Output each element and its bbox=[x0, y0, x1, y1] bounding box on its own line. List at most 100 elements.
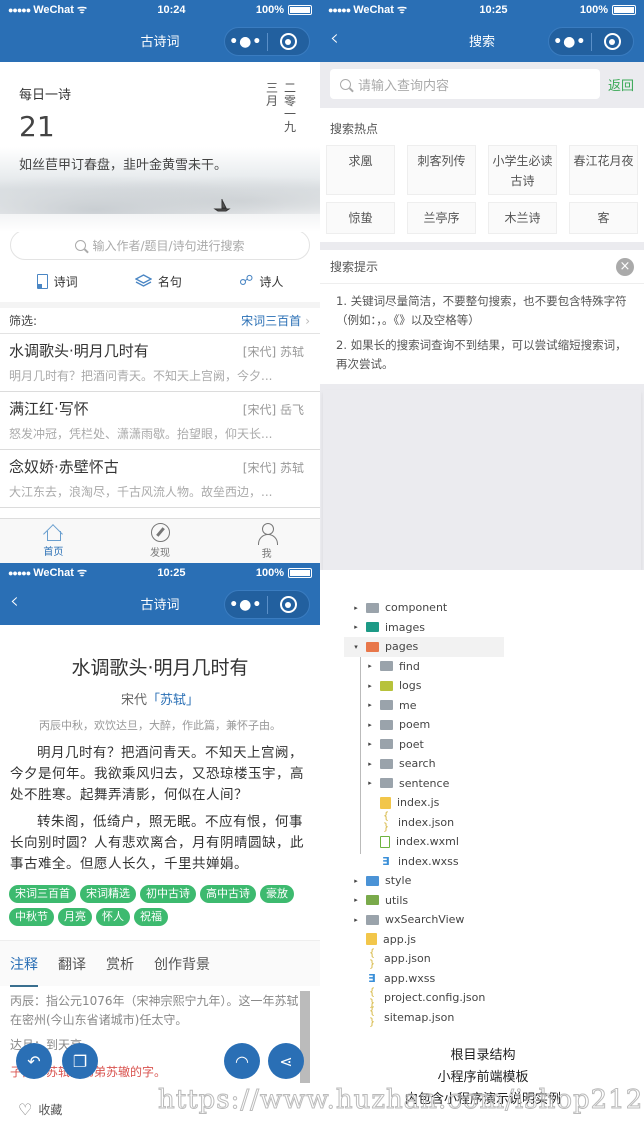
tag[interactable]: 宋词精选 bbox=[80, 885, 136, 903]
collect-button[interactable]: ♡ 收藏 bbox=[18, 1100, 62, 1119]
tab-notes[interactable]: 注释 bbox=[10, 954, 38, 987]
tab-poems[interactable]: 诗词 bbox=[36, 273, 78, 290]
folder-file-icon bbox=[380, 719, 393, 730]
tab-appreciation[interactable]: 赏析 bbox=[106, 954, 134, 974]
tabbar-discover[interactable]: 发现 bbox=[107, 519, 214, 563]
close-miniprogram-button[interactable] bbox=[268, 596, 310, 613]
tree-item-index-js[interactable]: index.js bbox=[352, 793, 504, 813]
hot-chip[interactable]: 求凰 bbox=[326, 145, 395, 195]
tab-poets[interactable]: ☍ 诗人 bbox=[239, 273, 283, 290]
tag[interactable]: 中秋节 bbox=[9, 908, 54, 926]
tabbar-home[interactable]: 首页 bbox=[0, 519, 107, 563]
tree-item-index-wxss[interactable]: ∃ index.wxss bbox=[352, 852, 504, 872]
status-bar: ●●●●● WeChat ᯤ 10:25 100% bbox=[0, 563, 320, 582]
empty-area bbox=[323, 390, 641, 570]
tree-item-pages[interactable]: ▾ pages bbox=[344, 637, 504, 657]
caret-right-icon[interactable]: ▸ bbox=[366, 682, 374, 690]
tag[interactable]: 豪放 bbox=[260, 885, 294, 903]
tag[interactable]: 怀人 bbox=[96, 908, 130, 926]
hot-chip[interactable]: 小学生必读古诗 bbox=[488, 145, 557, 195]
audio-button[interactable]: ◠ bbox=[224, 1043, 260, 1079]
share-button[interactable]: ⋖ bbox=[268, 1043, 304, 1079]
home-icon bbox=[43, 524, 63, 541]
hot-chip[interactable]: 春江花月夜 bbox=[569, 145, 638, 195]
tree-item-sentence[interactable]: ▸ sentence bbox=[352, 774, 504, 794]
more-icon[interactable]: •●• bbox=[549, 34, 591, 50]
caret-right-icon[interactable]: ▸ bbox=[366, 662, 374, 670]
caret-right-icon[interactable]: ▸ bbox=[366, 760, 374, 768]
tree-item-me[interactable]: ▸ me bbox=[352, 696, 504, 716]
tag[interactable]: 高中古诗 bbox=[200, 885, 256, 903]
tree-item-sitemap-json[interactable]: { } sitemap.json bbox=[352, 1006, 504, 1028]
close-miniprogram-button[interactable] bbox=[268, 33, 310, 50]
more-icon[interactable]: •●• bbox=[225, 34, 267, 50]
tab-quotes[interactable]: 名句 bbox=[134, 273, 182, 290]
tree-item-style[interactable]: ▸ style bbox=[352, 871, 504, 891]
hot-chip[interactable]: 兰亭序 bbox=[407, 202, 476, 234]
caret-right-icon[interactable]: ▸ bbox=[366, 701, 374, 709]
tab-translation[interactable]: 翻译 bbox=[58, 954, 86, 974]
copy-button[interactable]: ❐ bbox=[62, 1043, 98, 1079]
nav-title: 搜索 bbox=[468, 35, 495, 50]
caret-right-icon[interactable]: ▸ bbox=[366, 721, 374, 729]
caret-right-icon[interactable]: ▸ bbox=[366, 740, 374, 748]
tab-background[interactable]: 创作背景 bbox=[154, 954, 210, 974]
search-input[interactable]: 请输入查询内容 bbox=[330, 69, 600, 99]
tag[interactable]: 初中古诗 bbox=[140, 885, 196, 903]
tag[interactable]: 祝福 bbox=[134, 908, 168, 926]
tag[interactable]: 月亮 bbox=[58, 908, 92, 926]
share-back-button[interactable]: ↶ bbox=[16, 1043, 52, 1079]
hot-chip[interactable]: 木兰诗 bbox=[488, 202, 557, 234]
tree-item-utils[interactable]: ▸ utils bbox=[352, 891, 504, 911]
tree-item-label: poet bbox=[399, 737, 424, 751]
list-item[interactable]: 念奴娇·赤壁怀古 [宋代] 苏轼 大江东去，浪淘尽，千古风流人物。故垒西边，..… bbox=[0, 450, 320, 508]
hot-chip[interactable]: 惊蛰 bbox=[326, 202, 395, 234]
tag[interactable]: 宋词三百首 bbox=[9, 885, 76, 903]
back-icon[interactable]: ‹ bbox=[10, 591, 19, 613]
tree-item-poet[interactable]: ▸ poet bbox=[352, 735, 504, 755]
daily-poem-card[interactable]: 每日一诗 21 三月 二零一九 如丝苣甲订春盘，韭叶金黄雪未干。 bbox=[0, 62, 320, 232]
tree-item-find[interactable]: ▸ find bbox=[352, 657, 504, 677]
poem-author: [宋代] 苏轼 bbox=[242, 345, 304, 359]
tree-item-wxSearchView[interactable]: ▸ wxSearchView bbox=[352, 910, 504, 930]
poem-excerpt: 怒发冲冠，凭栏处、潇潇雨歇。抬望眼，仰天长... bbox=[9, 427, 273, 441]
caret-right-icon[interactable]: ▸ bbox=[366, 779, 374, 787]
tree-item-component[interactable]: ▸ component bbox=[352, 598, 504, 618]
more-icon[interactable]: •●• bbox=[225, 597, 267, 613]
caret-down-icon[interactable]: ▾ bbox=[352, 643, 360, 651]
tree-item-logs[interactable]: ▸ logs bbox=[352, 676, 504, 696]
folder-file-icon bbox=[380, 700, 393, 711]
return-button[interactable]: 返回 bbox=[608, 75, 634, 94]
folder-file-icon bbox=[380, 739, 393, 750]
tree-item-app-js[interactable]: app.js bbox=[352, 930, 504, 950]
tree-item-app-wxss[interactable]: ∃ app.wxss bbox=[352, 969, 504, 989]
filter-row[interactable]: 筛选: 宋词三百首 › bbox=[0, 308, 320, 334]
caret-right-icon[interactable]: ▸ bbox=[352, 604, 360, 612]
tree-item-app-json[interactable]: { } app.json bbox=[352, 948, 504, 970]
search-input[interactable]: 输入作者/题目/诗句进行搜索 bbox=[10, 230, 310, 260]
tree-item-project-config-json[interactable]: { } project.config.json bbox=[352, 987, 504, 1009]
list-item[interactable]: 水调歌头·明月几时有 [宋代] 苏轼 明月几时有？把酒问青天。不知天上宫阙，今夕… bbox=[0, 334, 320, 392]
close-icon[interactable]: × bbox=[616, 257, 634, 276]
list-item[interactable]: 满江红·写怀 [宋代] 岳飞 怒发冲冠，凭栏处、潇潇雨歇。抬望眼，仰天长... bbox=[0, 392, 320, 450]
back-icon[interactable]: ‹ bbox=[330, 28, 339, 50]
tree-item-search[interactable]: ▸ search bbox=[352, 754, 504, 774]
tabbar-me[interactable]: 我 bbox=[213, 519, 320, 563]
tree-item-poem[interactable]: ▸ poem bbox=[352, 715, 504, 735]
caption-line: 小程序前端模板 bbox=[437, 1070, 529, 1085]
caret-right-icon[interactable]: ▸ bbox=[352, 896, 360, 904]
caret-right-icon[interactable]: ▸ bbox=[352, 916, 360, 924]
hot-chip[interactable]: 客 bbox=[569, 202, 638, 234]
caret-right-icon[interactable]: ▸ bbox=[352, 623, 360, 631]
tree-item-index-wxml[interactable]: index.wxml bbox=[352, 832, 504, 852]
signal-icon: ●●●●● bbox=[328, 4, 351, 15]
poem-author-link[interactable]: 「苏轼」 bbox=[147, 693, 199, 708]
close-miniprogram-button[interactable] bbox=[592, 33, 634, 50]
tree-item-index-json[interactable]: { } index.json bbox=[352, 811, 504, 833]
filter-label: 筛选: bbox=[9, 314, 38, 328]
carrier: WeChat bbox=[33, 566, 74, 579]
hot-chip[interactable]: 刺客列传 bbox=[407, 145, 476, 195]
poem-excerpt: 明月几时有？把酒问青天。不知天上宫阙，今夕... bbox=[9, 369, 273, 383]
tree-item-images[interactable]: ▸ images bbox=[352, 618, 504, 638]
caret-right-icon[interactable]: ▸ bbox=[352, 877, 360, 885]
